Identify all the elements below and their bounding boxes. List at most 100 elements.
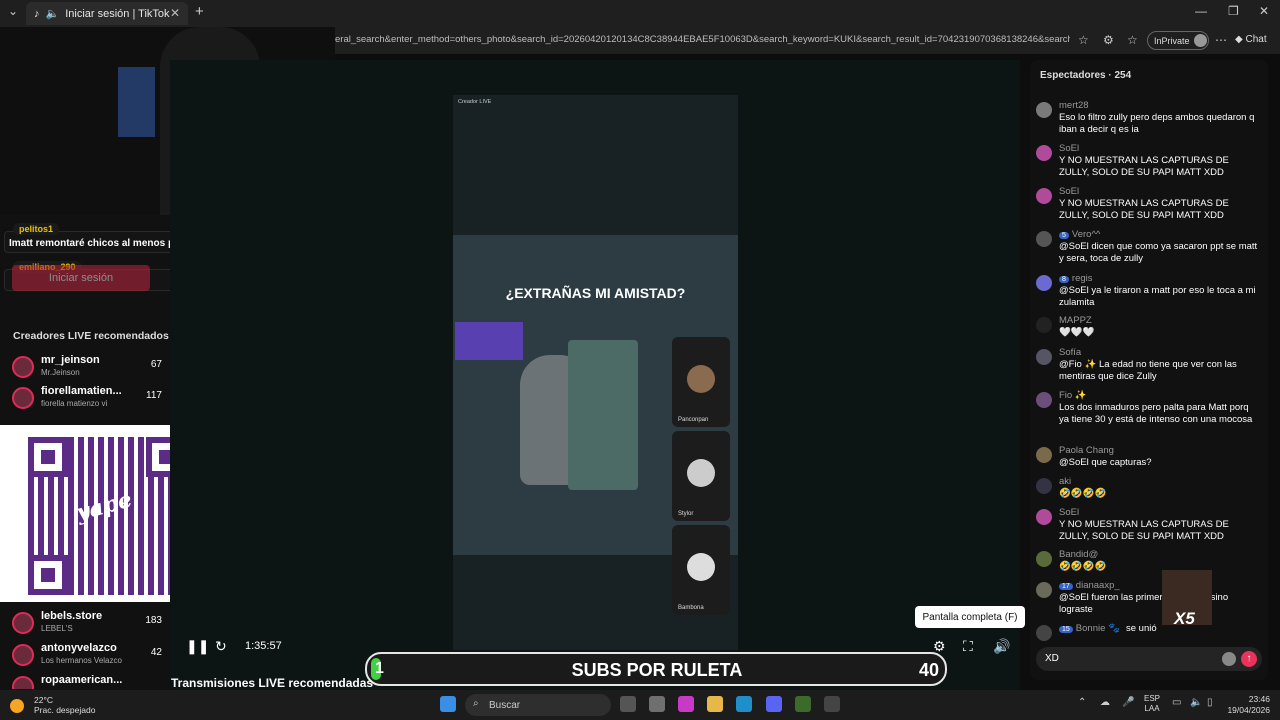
chat-username[interactable]: mert28: [1059, 100, 1089, 111]
send-icon[interactable]: ↑: [1241, 651, 1257, 667]
viewers-header[interactable]: Espectadores · 254: [1040, 70, 1131, 81]
chat-message: Fio ✨ Los dos inmaduros pero palta para M…: [1036, 390, 1262, 450]
chat-avatar[interactable]: [1036, 102, 1052, 118]
chat-username[interactable]: SoEl: [1059, 143, 1079, 154]
new-tab-icon[interactable]: +: [195, 3, 204, 20]
close-tab-icon[interactable]: ✕: [170, 6, 180, 20]
more-icon[interactable]: ⋯: [1215, 33, 1227, 47]
chat-avatar[interactable]: [1036, 317, 1052, 333]
chat-username[interactable]: Bandid@: [1059, 549, 1098, 560]
obs-icon[interactable]: [824, 696, 840, 712]
volume-icon[interactable]: 🔊: [993, 638, 1010, 655]
banner-text: SUBS POR RULETA: [571, 660, 743, 680]
chat-avatar[interactable]: [1036, 275, 1052, 291]
edge-icon[interactable]: [736, 696, 752, 712]
file-explorer-icon[interactable]: [707, 696, 723, 712]
chat-avatar[interactable]: [1036, 582, 1052, 598]
task-view-icon[interactable]: [620, 696, 636, 712]
browser-tab[interactable]: ♪ 🔈 Iniciar sesión | TikTok ✕: [26, 2, 188, 25]
chat-user-name: SoEl: [1059, 507, 1080, 518]
cloud-icon[interactable]: ☁: [1100, 697, 1110, 708]
chat-username[interactable]: Sofía: [1059, 347, 1081, 358]
chat-avatar[interactable]: [1036, 478, 1052, 494]
level-badge: 17: [1059, 583, 1073, 590]
chat-avatar[interactable]: [1036, 392, 1052, 408]
url-text[interactable]: eral_search&enter_method=others_photo&se…: [335, 34, 1070, 45]
maximize-icon[interactable]: ❐: [1228, 4, 1239, 18]
chat-avatar[interactable]: [1036, 188, 1052, 204]
chat-username[interactable]: 5 Vero^^: [1059, 229, 1100, 240]
chat-username[interactable]: 15 Bonnie 🐾: [1059, 623, 1120, 634]
creator-item[interactable]: ropaamerican...: [12, 673, 162, 689]
taskbar-search[interactable]: ⌕ Buscar: [465, 694, 611, 716]
favorites-icon[interactable]: ☆: [1127, 33, 1138, 47]
lang-top: ESP: [1144, 694, 1161, 703]
lang-bottom: LAA: [1144, 704, 1160, 713]
tab-menu-icon[interactable]: ⌄: [8, 4, 18, 18]
chat-username[interactable]: aki: [1059, 476, 1071, 487]
close-window-icon[interactable]: ✕: [1259, 4, 1269, 18]
network-icon[interactable]: ▭: [1172, 697, 1181, 708]
minimize-icon[interactable]: —: [1195, 4, 1207, 18]
guest-tile[interactable]: Stylor: [672, 431, 730, 521]
login-button[interactable]: Iniciar sesión: [12, 265, 150, 291]
reload-icon[interactable]: ↻: [215, 638, 227, 655]
creator-item[interactable]: antonyvelazco Los hermanos Velazco 42: [12, 641, 162, 671]
fullscreen-icon[interactable]: ⛶: [963, 638, 973, 655]
chat-user-name: MAPPZ: [1059, 315, 1092, 326]
mic-icon[interactable]: 🎤: [1122, 697, 1134, 708]
chat-username[interactable]: MAPPZ: [1059, 315, 1092, 326]
address-bar[interactable]: eral_search&enter_method=others_photo&se…: [335, 27, 1280, 54]
fullscreen-tooltip: Pantalla completa (F): [915, 606, 1025, 628]
chat-text: @SoEl que capturas?: [1059, 457, 1152, 468]
tray-chevron-icon[interactable]: ⌃: [1078, 697, 1086, 708]
creator-item[interactable]: mr_jeinson Mr.Jeinson 67: [12, 353, 162, 383]
chat-avatar[interactable]: [1036, 447, 1052, 463]
viewer-count: 117: [146, 390, 162, 401]
creator-item[interactable]: lebels.store LEBEL'S 183: [12, 609, 162, 639]
store-icon[interactable]: [649, 696, 665, 712]
chat-input[interactable]: XD ↑: [1036, 647, 1262, 671]
copilot-chat-button[interactable]: ◆ Chat: [1235, 34, 1267, 45]
creator-avatar: [12, 356, 34, 378]
chat-username[interactable]: 17 dianaaxp_: [1059, 580, 1120, 591]
chat-avatar[interactable]: [1036, 625, 1052, 641]
chat-avatar[interactable]: [1036, 349, 1052, 365]
chat-avatar[interactable]: [1036, 551, 1052, 567]
volume-tray-icon[interactable]: 🔈: [1190, 697, 1202, 708]
chat-text: 🤣🤣🤣🤣: [1059, 488, 1107, 499]
copilot-icon[interactable]: [678, 696, 694, 712]
inprivate-badge[interactable]: InPrivate: [1147, 31, 1209, 50]
chat-username[interactable]: Fio ✨: [1059, 390, 1087, 401]
emoji-icon[interactable]: [1222, 652, 1236, 666]
battery-icon[interactable]: ▯: [1207, 697, 1213, 708]
guest-tile[interactable]: Bambona: [672, 525, 730, 615]
chat-avatar[interactable]: [1036, 509, 1052, 525]
chat-text: Y NO MUESTRAN LAS CAPTURAS DE ZULLY, SOL…: [1059, 198, 1229, 221]
chat-text: @SoEl fueron las primer mostraron sino l…: [1059, 592, 1229, 615]
chat-username[interactable]: SoEl: [1059, 186, 1079, 197]
chat-avatar[interactable]: [1036, 145, 1052, 161]
chat-username[interactable]: Paola Chang: [1059, 445, 1114, 456]
system-clock[interactable]: 23:46 19/04/2026: [1227, 694, 1270, 716]
weather-widget[interactable]: 22°C Prac. despejado: [10, 695, 95, 715]
chat-message: MAPPZ 🤍🤍🤍: [1036, 315, 1262, 351]
guest-tile[interactable]: Panconpan: [672, 337, 730, 427]
chat-username[interactable]: 8 regis: [1059, 273, 1093, 284]
chat-avatar[interactable]: [1036, 231, 1052, 247]
mute-icon[interactable]: 🔈: [46, 7, 60, 20]
pause-icon[interactable]: ❚❚: [186, 638, 209, 655]
favorite-star-icon[interactable]: ☆: [1078, 33, 1089, 47]
creator-name: ropaamerican...: [41, 674, 123, 686]
discord-icon[interactable]: [766, 696, 782, 712]
chat-user-name: Bonnie 🐾: [1075, 623, 1120, 634]
chat-username[interactable]: SoEl: [1059, 507, 1079, 518]
extensions-icon[interactable]: ⚙: [1103, 33, 1114, 47]
language-indicator[interactable]: ESP LAA: [1144, 694, 1160, 714]
temperature: 22°C: [34, 695, 53, 705]
windows-start-icon[interactable]: [440, 696, 456, 712]
chat-user-name: mert28: [1059, 100, 1089, 111]
clock-time: 23:46: [1248, 694, 1270, 704]
app-icon[interactable]: [795, 696, 811, 712]
creator-item[interactable]: fiorellamatien... fiorella matienzo vi 1…: [12, 384, 162, 414]
